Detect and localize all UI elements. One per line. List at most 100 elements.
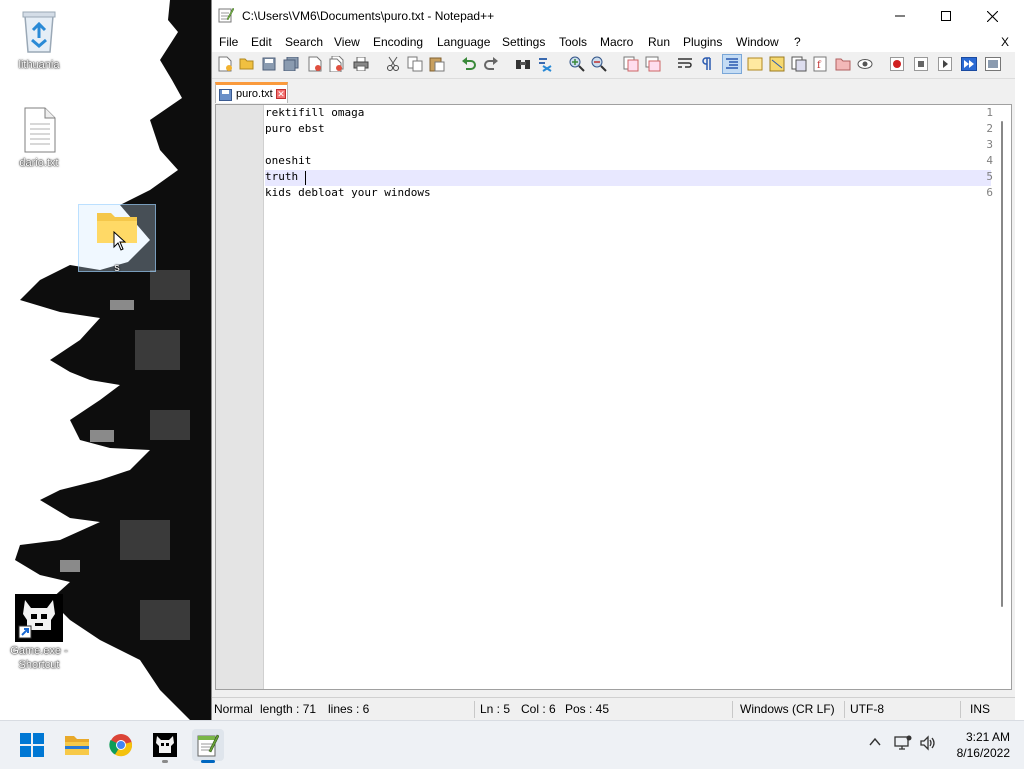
- menu-window[interactable]: Window: [736, 35, 779, 49]
- desktop-icon-label: dario.txt: [19, 157, 59, 169]
- save-icon: [262, 57, 276, 71]
- code-line: kids debloat your windows: [265, 186, 431, 199]
- undo-button[interactable]: [460, 55, 478, 73]
- menu-run[interactable]: Run: [648, 35, 670, 49]
- paste-button[interactable]: [428, 55, 446, 73]
- sync-vertical-button[interactable]: [622, 55, 640, 73]
- menu-search[interactable]: Search: [285, 35, 323, 49]
- macro-play-button[interactable]: [936, 55, 954, 73]
- macro-run-multiple-button[interactable]: [960, 55, 978, 73]
- chrome-icon: [109, 734, 133, 757]
- recycle-bin-icon: [22, 11, 56, 53]
- desktop-icon-game-shortcut[interactable]: Game.exe - Shortcut: [1, 594, 77, 672]
- scrollbar-thumb[interactable]: [1001, 121, 1003, 607]
- current-line-highlight: [265, 170, 991, 186]
- document-list-button[interactable]: [790, 55, 808, 73]
- line-number: 1: [986, 106, 993, 119]
- title-bar[interactable]: C:\Users\VM6\Documents\puro.txt - Notepa…: [212, 0, 1015, 32]
- cut-button[interactable]: [384, 55, 402, 73]
- zoom-in-button[interactable]: [568, 55, 586, 73]
- save-all-button[interactable]: [282, 55, 300, 73]
- status-col: Col : 6: [521, 702, 556, 716]
- show-all-characters-button[interactable]: [698, 55, 716, 73]
- copy-button[interactable]: [406, 55, 424, 73]
- menu-view[interactable]: View: [334, 35, 360, 49]
- line-number: 6: [986, 186, 993, 199]
- save-button[interactable]: [260, 55, 278, 73]
- maximize-button[interactable]: [923, 0, 969, 32]
- close-file-button[interactable]: [306, 55, 324, 73]
- document-map-button[interactable]: [768, 55, 786, 73]
- taskbar-game[interactable]: [149, 729, 181, 763]
- zoom-out-button[interactable]: [590, 55, 608, 73]
- macro-save-button[interactable]: [984, 55, 1002, 73]
- close-document-button[interactable]: X: [1001, 35, 1009, 49]
- open-file-button[interactable]: [238, 55, 256, 73]
- status-divider: [474, 701, 475, 718]
- redo-button[interactable]: [482, 55, 500, 73]
- close-button[interactable]: [969, 0, 1015, 32]
- desktop-icon-label: s: [114, 262, 120, 274]
- minimize-icon: [895, 15, 905, 17]
- word-wrap-button[interactable]: [676, 55, 694, 73]
- taskbar-chrome[interactable]: [105, 729, 137, 761]
- eye-icon: [857, 59, 873, 69]
- menu-encoding[interactable]: Encoding: [373, 35, 423, 49]
- user-defined-language-button[interactable]: [746, 55, 764, 73]
- menu-language[interactable]: Language: [437, 35, 490, 49]
- desktop-icon-recycle-bin[interactable]: lithuania: [1, 8, 77, 72]
- tab-close-button[interactable]: ✕: [276, 89, 286, 99]
- vertical-scrollbar[interactable]: [996, 107, 1010, 687]
- save-macro-icon: [985, 57, 1001, 71]
- desktop-icon-label: lithuania: [18, 59, 60, 71]
- macro-stop-button[interactable]: [912, 55, 930, 73]
- status-ln: Ln : 5: [480, 702, 511, 716]
- menu-help[interactable]: ?: [794, 35, 801, 49]
- text-editor[interactable]: 1 2 3 4 5 6 rektifill omaga puro ebst on…: [215, 104, 1012, 690]
- desktop-icon-folder-s[interactable]: s: [78, 204, 156, 274]
- find-button[interactable]: [514, 55, 532, 73]
- menu-tools[interactable]: Tools: [559, 35, 587, 49]
- clock-date: 8/16/2022: [956, 746, 1010, 760]
- close-all-button[interactable]: [328, 55, 346, 73]
- start-button[interactable]: [16, 729, 48, 761]
- new-file-button[interactable]: [216, 55, 234, 73]
- monitoring-button[interactable]: [856, 55, 874, 73]
- folder-as-workspace-button[interactable]: [834, 55, 852, 73]
- network-button[interactable]: [894, 735, 912, 756]
- status-divider: [960, 701, 961, 718]
- maximize-icon: [941, 11, 951, 21]
- taskbar-notepadpp[interactable]: [192, 729, 224, 763]
- menu-settings[interactable]: Settings: [502, 35, 545, 49]
- taskbar-file-explorer[interactable]: [61, 729, 93, 761]
- scissors-icon: [387, 56, 399, 71]
- tray-overflow-button[interactable]: [868, 735, 882, 754]
- clock[interactable]: 3:21 AM 8/16/2022: [957, 729, 1010, 761]
- desktop-icon-dario-txt[interactable]: dario.txt: [1, 106, 77, 170]
- tab-puro-txt[interactable]: puro.txt ✕: [215, 82, 288, 103]
- text-caret: [305, 171, 306, 185]
- chevron-up-icon: [869, 737, 881, 746]
- macro-record-button[interactable]: [888, 55, 906, 73]
- menu-file[interactable]: File: [219, 35, 238, 49]
- menu-edit[interactable]: Edit: [251, 35, 272, 49]
- running-indicator: [201, 760, 215, 763]
- undo-icon: [462, 57, 476, 70]
- indent-guide-icon: [726, 58, 738, 69]
- print-button[interactable]: [352, 55, 370, 73]
- menu-macro[interactable]: Macro: [600, 35, 633, 49]
- sync-horizontal-button[interactable]: [644, 55, 662, 73]
- minimize-button[interactable]: [877, 0, 923, 32]
- indent-guide-button[interactable]: [722, 54, 742, 74]
- sync-vertical-icon: [623, 56, 639, 72]
- redo-icon: [484, 57, 498, 70]
- replace-button[interactable]: [536, 55, 554, 73]
- volume-button[interactable]: [919, 735, 937, 756]
- close-file-icon: [308, 56, 322, 72]
- menu-plugins[interactable]: Plugins: [683, 35, 722, 49]
- menu-bar: File Edit Search View Encoding Language …: [212, 32, 1015, 52]
- word-wrap-icon: [678, 58, 692, 68]
- line-number-gutter: [216, 105, 264, 689]
- function-list-button[interactable]: f: [812, 55, 830, 73]
- notepadpp-icon: [197, 734, 219, 757]
